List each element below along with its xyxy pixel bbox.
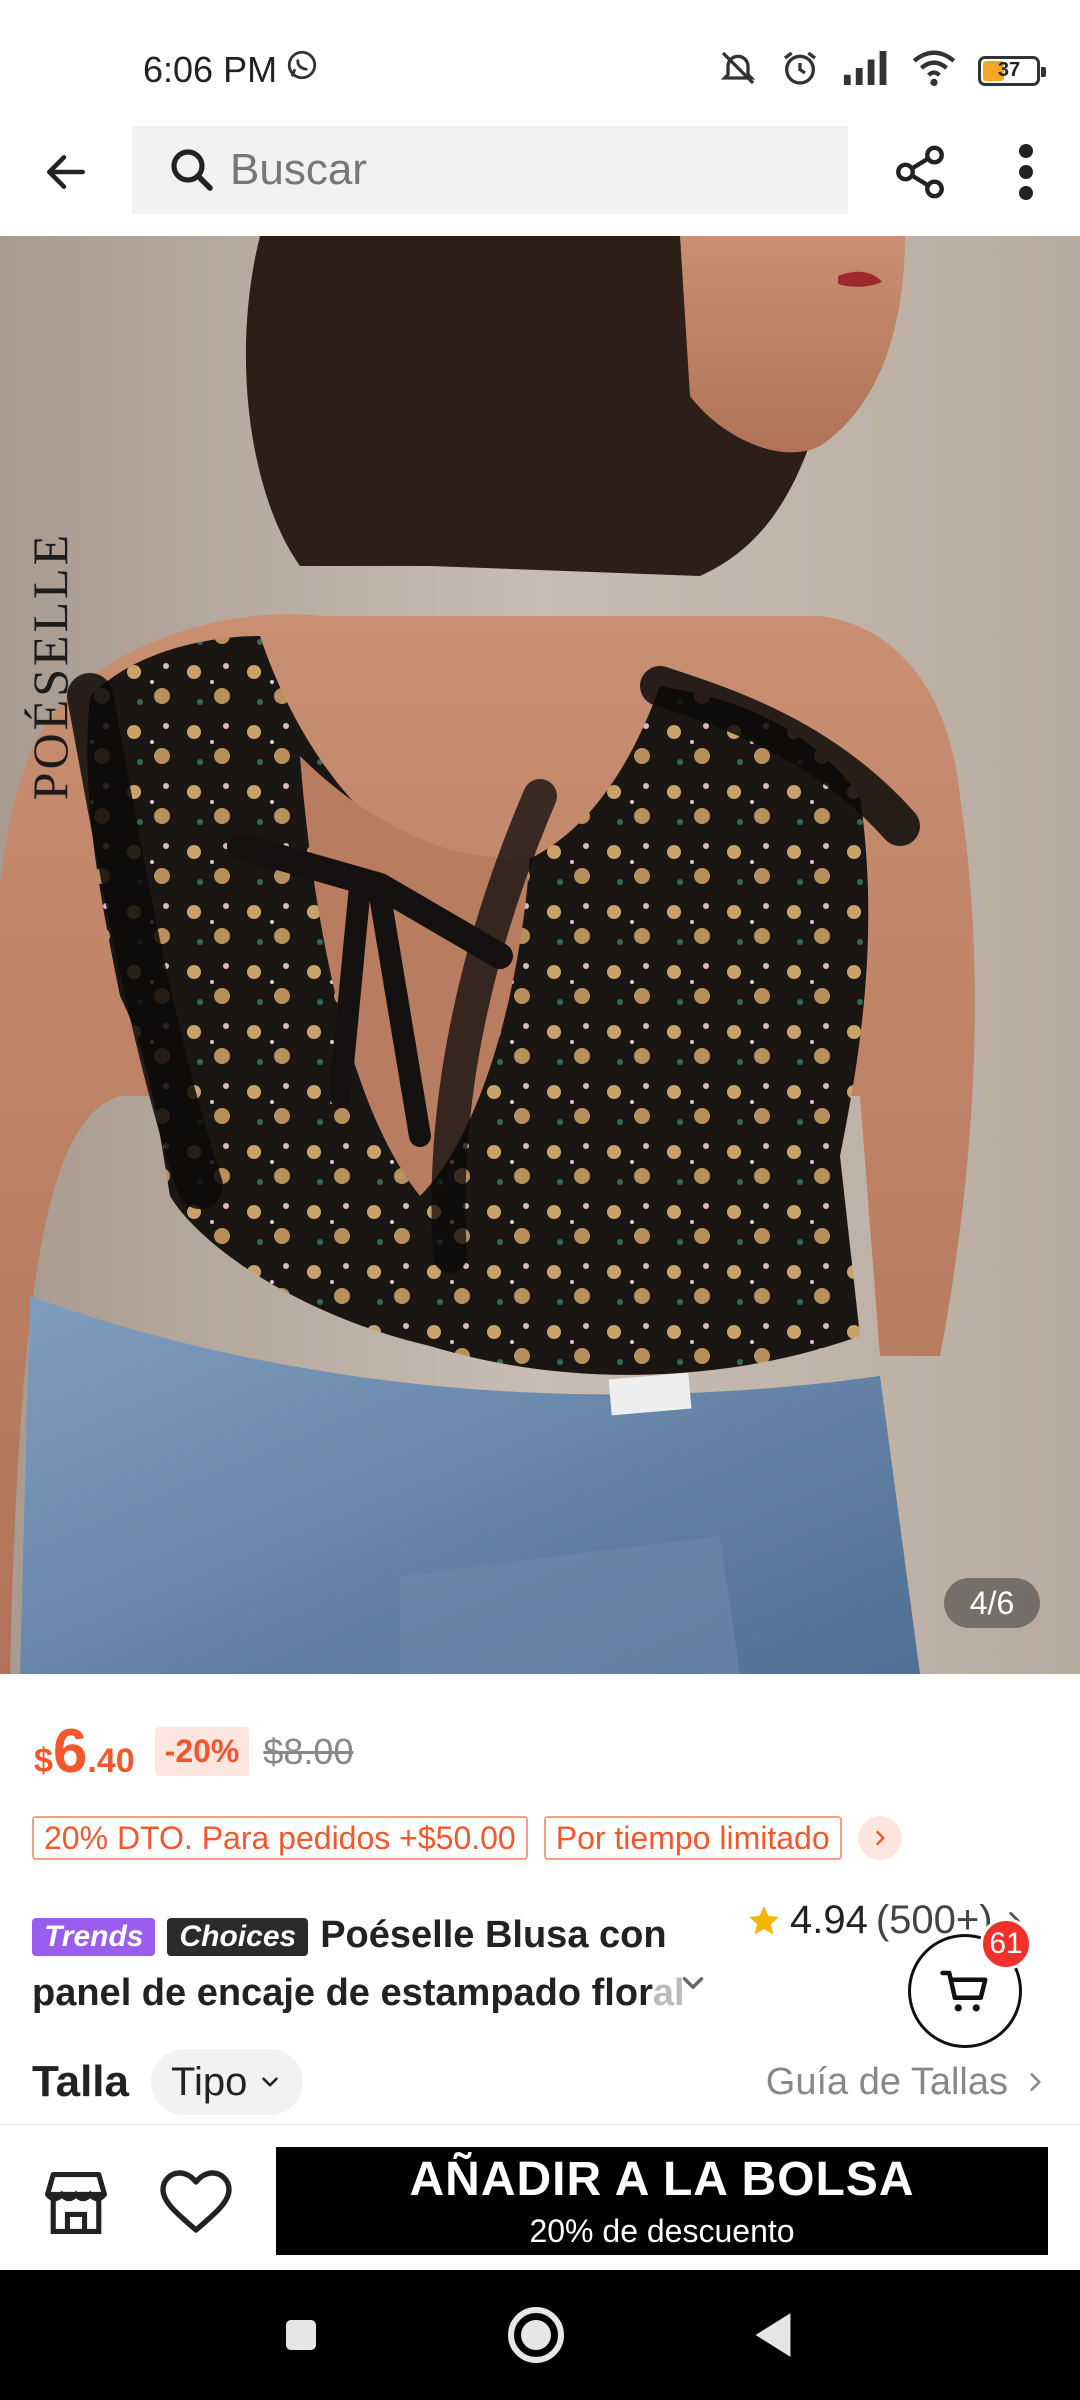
cart-icon	[940, 1970, 988, 2012]
expand-title-chevron-down-icon[interactable]	[676, 1966, 710, 2005]
more-vertical-icon	[1019, 144, 1033, 200]
size-guide-label: Guía de Tallas	[765, 2060, 1008, 2103]
wishlist-button[interactable]	[158, 2165, 234, 2241]
alarm-icon	[780, 48, 820, 93]
clock: 6:06 PM	[143, 48, 278, 90]
store-button[interactable]	[38, 2165, 114, 2241]
add-to-bag-sublabel: 20% de descuento	[529, 2213, 795, 2249]
size-label: Talla	[32, 2057, 130, 2106]
promo-discount-tag[interactable]: 20% DTO. Para pedidos +$50.00	[32, 1816, 528, 1860]
size-guide-link[interactable]: Guía de Tallas	[766, 2061, 1048, 2104]
share-button[interactable]	[888, 140, 952, 204]
battery-icon: 37	[978, 55, 1046, 86]
recents-button[interactable]	[266, 2300, 336, 2370]
home-icon	[508, 2307, 564, 2363]
search-input[interactable]: Buscar	[132, 126, 848, 214]
status-bar: 6:06 PM 37	[0, 0, 1080, 120]
type-selector[interactable]: Tipo	[151, 2049, 304, 2115]
add-to-bag-button[interactable]: AÑADIR A LA BOLSA 20% de descuento	[276, 2147, 1048, 2255]
home-button[interactable]	[501, 2300, 571, 2370]
status-time: 6:06 PM	[143, 48, 319, 91]
search-icon	[171, 149, 213, 191]
search-placeholder: Buscar	[230, 145, 367, 194]
more-options-button[interactable]	[1006, 140, 1046, 204]
choices-badge: Choices	[167, 1917, 309, 1956]
brand-watermark: POÉSELLE	[22, 531, 78, 801]
system-back-button[interactable]	[738, 2300, 808, 2370]
trends-badge: Trends	[32, 1917, 156, 1956]
discount-badge: -20%	[154, 1727, 250, 1776]
store-icon	[44, 2171, 108, 2235]
price-integer: 6	[52, 1717, 88, 1786]
top-bar: Buscar	[0, 120, 1080, 236]
title-line-2: panel de encaje de estampado flor	[32, 1972, 653, 2014]
system-nav-bar	[0, 2270, 1080, 2400]
original-price: $8.00	[263, 1730, 354, 1772]
heart-icon	[160, 2170, 232, 2233]
product-title[interactable]: Trends Choices Poéselle Blusa con panel de…	[32, 1906, 732, 2022]
share-icon	[896, 145, 944, 199]
product-image-gallery[interactable]: POÉSELLE 4/6	[0, 236, 1080, 1674]
type-chip-label: Tipo	[171, 2059, 248, 2104]
promo-row[interactable]: 20% DTO. Para pedidos +$50.00 Por tiempo…	[32, 1816, 902, 1860]
price-row: $ 6 .40 -20% $8.00	[34, 1716, 353, 1787]
battery-level: 37	[997, 59, 1021, 81]
promo-limited-time-tag[interactable]: Por tiempo limitado	[543, 1816, 842, 1860]
bottom-action-bar: AÑADIR A LA BOLSA 20% de descuento	[0, 2124, 1080, 2270]
recents-icon	[286, 2320, 316, 2350]
product-photo	[0, 236, 1080, 1674]
size-row: Talla Tipo Guía de Tallas	[32, 2042, 1048, 2122]
star-icon	[749, 1905, 779, 1934]
price-decimal: .40	[87, 1742, 135, 1780]
mute-icon	[718, 48, 758, 93]
back-arrow-icon	[47, 155, 85, 189]
chevron-down-icon	[262, 2077, 279, 2087]
signal-icon	[842, 51, 890, 90]
wifi-icon	[912, 50, 956, 91]
back-button[interactable]	[34, 140, 98, 204]
price-currency: $	[34, 1742, 53, 1780]
promo-chevron-right-icon[interactable]	[857, 1816, 902, 1860]
back-icon	[755, 2313, 791, 2357]
rating-value: 4.94	[790, 1898, 868, 1942]
chevron-right-icon	[1030, 2073, 1041, 2091]
add-to-bag-label: AÑADIR A LA BOLSA	[409, 2153, 915, 2206]
whatsapp-icon	[285, 48, 319, 91]
cart-count-badge: 61	[980, 1918, 1032, 1970]
status-icons: 37	[718, 48, 1046, 93]
title-line-1: Poéselle Blusa con	[320, 1914, 667, 1956]
gallery-page-indicator: 4/6	[944, 1578, 1040, 1628]
